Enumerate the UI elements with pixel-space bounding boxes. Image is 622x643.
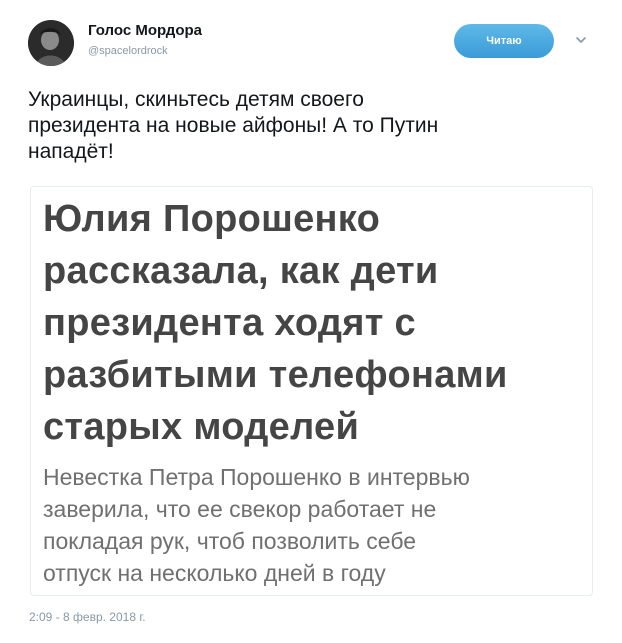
tweet-timestamp[interactable]: 2:09 - 8 февр. 2018 г.	[29, 610, 146, 624]
tweet: Голос Мордора @spacelordrock Читаю Украи…	[0, 0, 622, 643]
avatar-image	[28, 20, 74, 66]
avatar[interactable]	[28, 20, 74, 66]
follow-button[interactable]: Читаю	[454, 24, 554, 58]
tweet-text: Украинцы, скиньтесь детям своего президе…	[28, 88, 439, 163]
chevron-down-icon[interactable]	[575, 34, 587, 46]
media-lead: Невестка Петра Порошенко в интервью заве…	[43, 464, 470, 586]
media-headline: Юлия Порошенко рассказала, как дети през…	[43, 198, 508, 448]
display-name[interactable]: Голос Мордора	[88, 22, 202, 39]
user-handle[interactable]: @spacelordrock	[88, 45, 168, 57]
media-card[interactable]: Юлия Порошенко рассказала, как дети през…	[30, 186, 593, 596]
